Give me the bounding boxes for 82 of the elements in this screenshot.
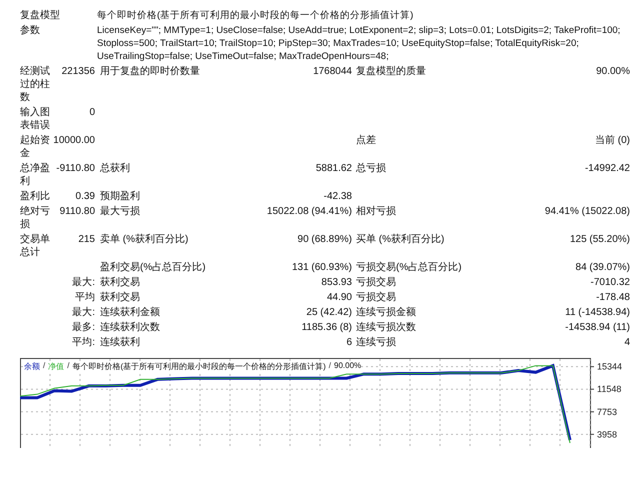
field-value: 853.93: [321, 276, 352, 289]
field-label: 连续亏损: [355, 336, 397, 349]
field-value: 1768044: [313, 65, 352, 79]
field-value: 6: [346, 336, 352, 349]
field-value: -178.48: [596, 291, 630, 304]
field-value: 11 (-14538.94): [565, 306, 630, 319]
row-value: 0.39: [74, 190, 96, 203]
field-label: 卖单 (%获利百分比): [99, 233, 190, 247]
row-value: 平均: [74, 291, 96, 304]
legend-label: 净值: [48, 361, 64, 372]
field-label: 连续获利次数: [99, 321, 161, 334]
row-label: 参数: [20, 24, 41, 38]
y-tick-label: 7753: [597, 406, 618, 417]
row-value: 最大:: [71, 276, 96, 289]
row-label: 复盘模型: [20, 9, 61, 22]
legend-note: 每个即时价格(基于所有可利用的最小时段的每一个价格的分形插值计算): [72, 361, 326, 372]
row-label: 绝对亏损: [20, 205, 51, 231]
row-value: 平均:: [71, 336, 96, 349]
field-label: 点差: [355, 134, 377, 148]
y-tick-label: 11548: [590, 384, 622, 394]
row-value: 9110.80: [58, 205, 96, 219]
field-label: 连续获利: [99, 336, 141, 349]
field-label: 总亏损: [355, 162, 387, 176]
legend-separator: /: [67, 361, 70, 372]
legend-separator: /: [43, 361, 46, 372]
field-value: 1185.36 (8): [302, 321, 352, 334]
field-value: 15022.08 (94.41%): [266, 205, 352, 219]
row-label: 总净盈利: [20, 162, 51, 188]
legend-separator: /: [328, 361, 332, 372]
field-label: 亏损交易: [355, 291, 397, 304]
row-value: 每个即时价格(基于所有可利用的最小时段的每一个价格的分形插值计算): [96, 9, 414, 22]
field-value: 4: [624, 336, 630, 349]
field-label: 亏损交易: [355, 276, 397, 289]
row-label: 盈利比: [20, 190, 51, 203]
field-label: 盈利交易(%占总百分比): [99, 261, 207, 274]
field-value: 131 (60.93%): [292, 261, 352, 274]
field-label: 连续获利金额: [99, 306, 161, 319]
row-value: 10000.00: [52, 134, 96, 148]
y-tick-label: 15344: [590, 362, 622, 372]
y-tick-label: 7753: [590, 406, 618, 417]
y-tick-label: 11548: [597, 384, 622, 394]
row-value: 最多:: [71, 321, 96, 334]
y-tick-label: 3958: [597, 429, 618, 440]
row-value: -9110.80: [55, 162, 96, 176]
row-value: 215: [77, 233, 96, 247]
legend-label: 余额: [24, 361, 40, 372]
field-label: 预期盈利: [99, 190, 141, 203]
field-label: 获利交易: [99, 276, 141, 289]
field-label: 亏损交易(%占总百分比): [355, 261, 463, 274]
field-label: 连续亏损次数: [355, 321, 417, 334]
field-value: 125 (55.20%): [570, 233, 630, 247]
field-label: 复盘模型的质量: [355, 65, 427, 79]
row-value: LicenseKey=""; MMType=1; UseClose=false; UseAdd=true; LotExponent=2; slip=3; Lots=0.01; LotsDigits=2; TakeProfit=100; Stoploss=500; TrailStart=10; TrailStop=10; PipStep=30; MaxTrades=10; UseEquityStop=false; TotalEquityRisk=20; UseTrailingStop=false; UseTimeOut=false; MaxTradeOpenHours=48;: [96, 24, 622, 63]
row-value: 0: [88, 106, 96, 120]
field-value: 当前 (0): [595, 134, 630, 148]
field-label: 相对亏损: [355, 205, 397, 219]
row-label: 交易单总计: [20, 233, 51, 259]
field-value: -14538.94 (11): [565, 321, 630, 334]
field-value: -7010.32: [590, 276, 630, 289]
field-value: -14992.42: [584, 162, 630, 176]
legend-quality: 90.00%: [334, 361, 362, 372]
y-tick-label: 3958: [590, 429, 618, 440]
field-value: 44.90: [326, 291, 352, 304]
field-value: 5881.62: [316, 162, 352, 176]
field-value: 90.00%: [596, 65, 630, 79]
field-value: 25 (42.42): [306, 306, 352, 319]
row-value: 最大:: [71, 306, 96, 319]
field-value: 90 (68.89%): [298, 233, 352, 247]
row-label: 输入图表错误: [20, 106, 51, 132]
field-label: 获利交易: [99, 291, 141, 304]
field-value: 84 (39.07%): [576, 261, 630, 274]
field-label: 总获利: [99, 162, 131, 176]
field-label: 连续亏损金额: [355, 306, 417, 319]
field-label: 用于复盘的即时价数量: [99, 65, 201, 79]
field-value: 94.41% (15022.08): [544, 205, 630, 219]
y-tick-label: 15344: [597, 362, 622, 372]
row-label: 经测试过的柱数: [20, 65, 51, 104]
field-value: -42.38: [324, 190, 352, 203]
field-label: 最大亏损: [99, 205, 141, 219]
field-label: 买单 (%获利百分比): [355, 233, 446, 247]
row-label: 起始资金: [20, 134, 51, 160]
row-value: 221356: [60, 65, 96, 79]
